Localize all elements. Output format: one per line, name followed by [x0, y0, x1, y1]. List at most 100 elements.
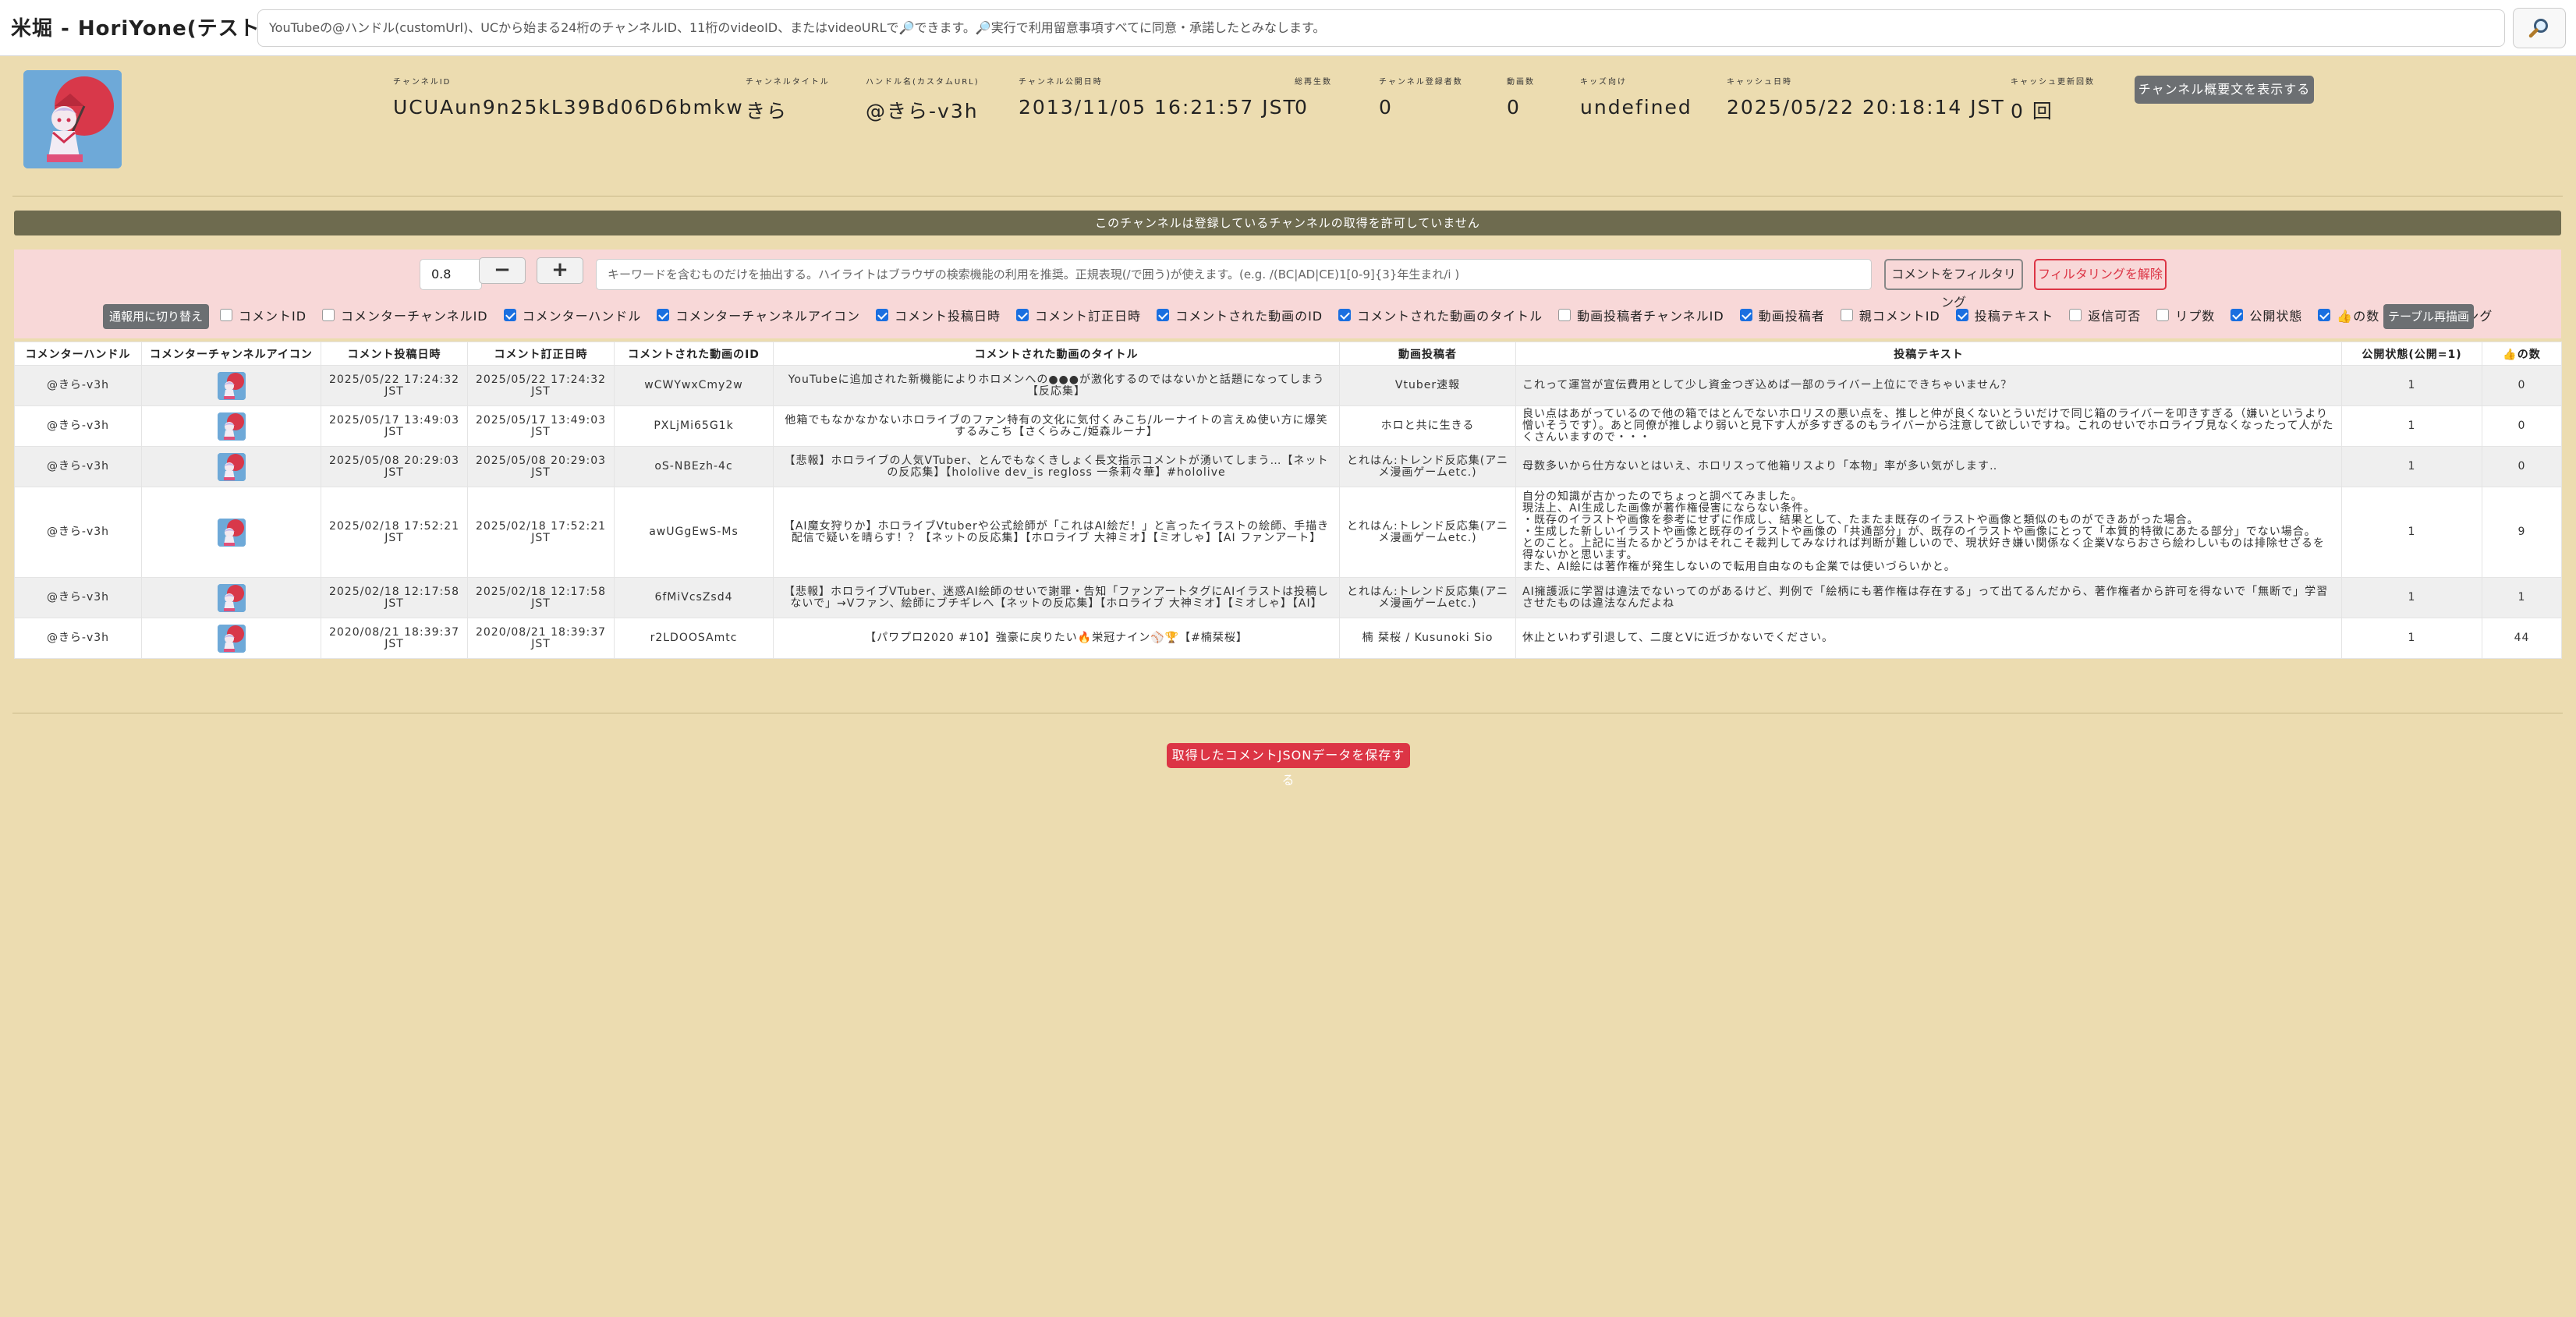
column-header[interactable]: コメンターチャンネルアイコン — [141, 342, 321, 366]
keyword-input[interactable]: キーワードを含むものだけを抽出する。ハイライトはブラウザの検索機能の利用を推奨。… — [596, 259, 1872, 290]
decrement-button[interactable]: − — [479, 257, 526, 284]
column-toggle[interactable]: 👍の数 — [2318, 306, 2379, 324]
checkbox[interactable] — [1955, 309, 1968, 321]
column-toggle[interactable]: コメントされた動画のID — [1157, 306, 1323, 324]
switch-report-mode-button[interactable]: 通報用に切り替え — [103, 304, 209, 329]
show-overview-button[interactable]: チャンネル概要文を表示する — [2135, 76, 2314, 104]
commenter-avatar — [217, 583, 246, 612]
column-toggle[interactable]: 投稿テキスト — [1955, 306, 2054, 324]
search-icon — [2528, 19, 2548, 38]
threshold-input[interactable]: 0.8 — [420, 259, 482, 290]
clear-filter-button[interactable]: フィルタリングを解除 — [2034, 259, 2167, 290]
comments-table: コメンターハンドル コメンターチャンネルアイコン コメント投稿日時 コメント訂正日時コ… — [14, 342, 2562, 659]
video-count-label: 動画数 — [1507, 78, 1535, 87]
kids-label: キッズ向け — [1580, 78, 1627, 87]
column-header[interactable]: 公開状態(公開=1) — [2341, 342, 2482, 366]
save-json-button[interactable]: 取得したコメントJSONデータを保存する — [1167, 743, 1410, 788]
table-row: @きら-v3h 2025/05/22 17:24:32 JST 2025/05/22… — [14, 365, 2562, 406]
column-header[interactable]: コメント投稿日時 — [321, 342, 468, 366]
commenter-handle-cell: @きら-v3h — [14, 577, 142, 618]
column-toggle[interactable]: コメンターチャンネルID — [322, 306, 488, 324]
checkbox[interactable] — [2069, 309, 2082, 321]
top-bar: 米堀 - HoriYone(テスト中) YouTubeの@ハンドル(custom… — [0, 0, 2576, 56]
checkbox[interactable] — [322, 309, 335, 321]
checkbox[interactable] — [2156, 309, 2170, 321]
public-state-cell: 1 — [2341, 487, 2482, 578]
column-toggle[interactable]: 親コメントID — [1840, 306, 1940, 324]
checkbox[interactable] — [1016, 309, 1029, 321]
channel-title-value: きら — [746, 100, 788, 122]
likes-cell: 1 — [2482, 577, 2562, 618]
column-toggle-label: 返信可否 — [2088, 309, 2142, 324]
search-input[interactable]: YouTubeの@ハンドル(customUrl)、UCから始まる24桁のチャンネ… — [257, 9, 2505, 47]
cache-count-label: キャッシュ更新回数 — [2011, 78, 2095, 87]
commenter-handle-cell: @きら-v3h — [14, 405, 142, 447]
channel-id-field: チャンネルID UCUAun9n25kL39Bd06D6bmkw — [393, 75, 744, 119]
checkbox[interactable] — [220, 309, 232, 321]
video-title-cell: 【悲報】ホロライブVTuber、迷惑AI絵師のせいで謝罪・告知「ファンアートタグ… — [773, 577, 1340, 618]
column-toggle[interactable]: 公開状態 — [2231, 306, 2302, 324]
column-toggle[interactable]: コメント投稿日時 — [876, 306, 1001, 324]
column-toggle[interactable]: 返信可否 — [2069, 306, 2141, 324]
likes-cell: 0 — [2482, 365, 2562, 406]
channel-avatar — [23, 70, 122, 168]
commenter-icon-cell — [141, 577, 321, 618]
column-header[interactable]: コメントされた動画のタイトル — [773, 342, 1340, 366]
column-toggle[interactable]: コメンターチャンネルアイコン — [657, 306, 860, 324]
commenter-avatar — [217, 412, 246, 441]
column-toggle[interactable]: コメントされた動画のタイトル — [1338, 306, 1543, 324]
redraw-table-button[interactable]: テーブル再描画 — [2383, 304, 2474, 329]
column-toggle[interactable]: コメント訂正日時 — [1016, 306, 1141, 324]
column-header[interactable]: 👍の数 — [2482, 342, 2562, 366]
video-count-value: 0 — [1507, 96, 1521, 119]
checkbox[interactable] — [1739, 309, 1752, 321]
filter-comments-button[interactable]: コメントをフィルタリング — [1884, 259, 2023, 310]
table-row: @きら-v3h 2025/05/08 20:29:03 JST 2025/05/08… — [14, 446, 2562, 487]
comment-text-cell: 自分の知識が古かったのでちょっと調べてみました。 現法上、AI生成した画像が著作… — [1515, 487, 2342, 578]
checkbox[interactable] — [876, 309, 889, 321]
posted-date-cell: 2020/08/21 18:39:37 JST — [321, 618, 468, 659]
checkbox[interactable] — [1840, 309, 1853, 321]
comment-text-cell: AI擁護派に学習は違法でないってのがあるけど、判例で「絵柄にも著作権は存在する」… — [1515, 577, 2342, 618]
increment-button[interactable]: + — [537, 257, 583, 284]
likes-cell: 44 — [2482, 618, 2562, 659]
checkbox[interactable] — [657, 309, 670, 321]
total-views-field: 総再生数 0 — [1295, 75, 1332, 119]
checkbox[interactable] — [2231, 309, 2244, 321]
channel-id-value: UCUAun9n25kL39Bd06D6bmkw — [393, 96, 744, 119]
channel-title-label: チャンネルタイトル — [746, 78, 830, 87]
column-header[interactable]: コメント訂正日時 — [467, 342, 615, 366]
checkbox[interactable] — [503, 309, 516, 321]
posted-date-cell: 2025/05/08 20:29:03 JST — [321, 446, 468, 487]
column-toggle-label: コメントID — [239, 309, 307, 324]
comment-text-cell: 休止といわず引退して、二度とVに近づかないでください。 — [1515, 618, 2342, 659]
public-state-cell: 1 — [2341, 365, 2482, 406]
checkbox[interactable] — [2318, 309, 2331, 321]
column-header[interactable]: コメントされた動画のID — [614, 342, 774, 366]
column-header[interactable]: コメンターハンドル — [14, 342, 142, 366]
edited-date-cell: 2025/02/18 12:17:58 JST — [467, 577, 615, 618]
total-views-label: 総再生数 — [1295, 78, 1332, 87]
column-toggle-label: 👍の数 — [2337, 309, 2380, 324]
uploader-cell: とれはん:トレンド反応集(アニメ漫画ゲームetc.) — [1339, 577, 1516, 618]
checkbox[interactable] — [1558, 309, 1571, 321]
checkbox[interactable] — [1157, 309, 1170, 321]
kids-value: undefined — [1580, 96, 1692, 119]
column-toggle[interactable]: 動画投稿者 — [1739, 306, 1825, 324]
column-toggle[interactable]: 動画投稿者チャンネルID — [1558, 306, 1724, 324]
column-header[interactable]: 投稿テキスト — [1515, 342, 2342, 366]
column-toggle[interactable]: コメントID — [220, 306, 306, 324]
channel-id-label: チャンネルID — [393, 78, 452, 87]
column-toggle[interactable]: リプ数 — [2156, 306, 2215, 324]
commenter-avatar — [217, 624, 246, 653]
column-toggle[interactable]: コメンターハンドル — [503, 306, 642, 324]
column-checkboxes: コメントID コメンターチャンネルID コメンターハンドル コメンターチャンネルアイコ… — [220, 303, 2508, 327]
checkbox[interactable] — [1338, 309, 1352, 321]
column-header[interactable]: 動画投稿者 — [1339, 342, 1516, 366]
video-id-cell: r2LDOOSAmtc — [614, 618, 774, 659]
channel-title-field: チャンネルタイトル きら — [746, 75, 830, 124]
handle-value: @きら-v3h — [866, 100, 979, 122]
posted-date-cell: 2025/05/22 17:24:32 JST — [321, 365, 468, 406]
subscribers-value: 0 — [1379, 96, 1393, 119]
search-button[interactable] — [2513, 8, 2566, 48]
